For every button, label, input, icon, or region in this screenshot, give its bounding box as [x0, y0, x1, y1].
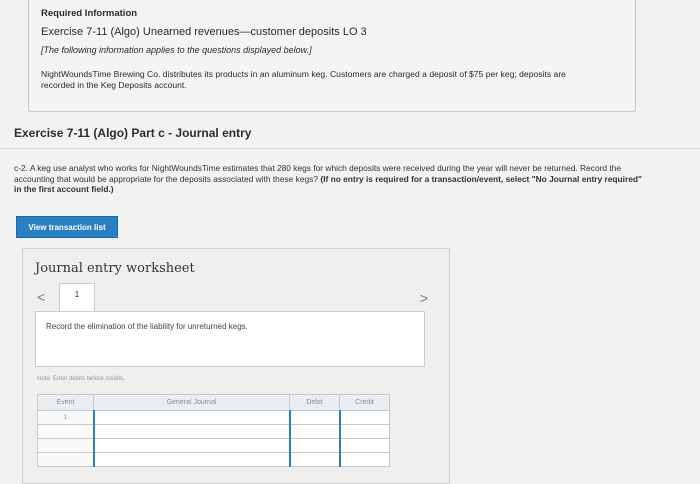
credit-input[interactable] [338, 452, 390, 467]
entry-instruction-box: Record the elimination of the liability … [35, 311, 425, 367]
exercise-description: NightWoundsTime Brewing Co. distributes … [41, 69, 566, 90]
debit-input[interactable] [288, 452, 340, 467]
table-row [37, 424, 390, 439]
event-cell [37, 438, 94, 453]
credit-input[interactable] [338, 424, 390, 439]
journal-entry-worksheet: Journal entry worksheet < 1 Record the e… [22, 248, 450, 484]
exercise-title: Exercise 7-11 (Algo) Unearned revenues—c… [41, 26, 367, 38]
entry-instruction: Record the elimination of the liability … [46, 322, 248, 331]
table-row [37, 452, 390, 467]
question-text: c-2. A keg use analyst who works for Nig… [14, 163, 644, 195]
journal-table-header: Event General Journal Debit Credit [37, 394, 390, 411]
table-row [37, 438, 390, 453]
column-header-event: Event [37, 394, 94, 411]
required-information-panel: Required Information Exercise 7-11 (Algo… [28, 0, 636, 112]
account-input[interactable] [92, 410, 290, 425]
debit-input[interactable] [288, 424, 340, 439]
tab-entry-1[interactable]: 1 [59, 283, 95, 311]
chevron-left-icon[interactable]: < [37, 289, 45, 305]
credit-input[interactable] [338, 438, 390, 453]
account-input[interactable] [92, 452, 290, 467]
applies-note: [The following information applies to th… [41, 45, 312, 55]
account-input[interactable] [92, 438, 290, 453]
chevron-right-icon[interactable]: > [420, 290, 428, 306]
column-header-debit: Debit [289, 394, 340, 411]
view-transaction-list-button[interactable]: View transaction list [16, 216, 118, 238]
table-row: 1 [37, 410, 390, 425]
debit-input[interactable] [288, 438, 340, 453]
part-title: Exercise 7-11 (Algo) Part c - Journal en… [14, 126, 252, 140]
debit-input[interactable] [288, 410, 340, 425]
column-header-credit: Credit [339, 394, 390, 411]
event-cell [37, 424, 94, 439]
event-cell: 1 [37, 410, 94, 425]
column-header-general-journal: General Journal [93, 394, 290, 411]
worksheet-title: Journal entry worksheet [35, 261, 195, 276]
required-information-label: Required Information [41, 8, 138, 19]
event-cell [37, 452, 94, 467]
account-input[interactable] [92, 424, 290, 439]
divider [0, 148, 700, 149]
debit-credit-note: Note: Enter debits before credits. [37, 376, 125, 382]
credit-input[interactable] [338, 410, 390, 425]
journal-table: Event General Journal Debit Credit 1 [37, 394, 390, 467]
